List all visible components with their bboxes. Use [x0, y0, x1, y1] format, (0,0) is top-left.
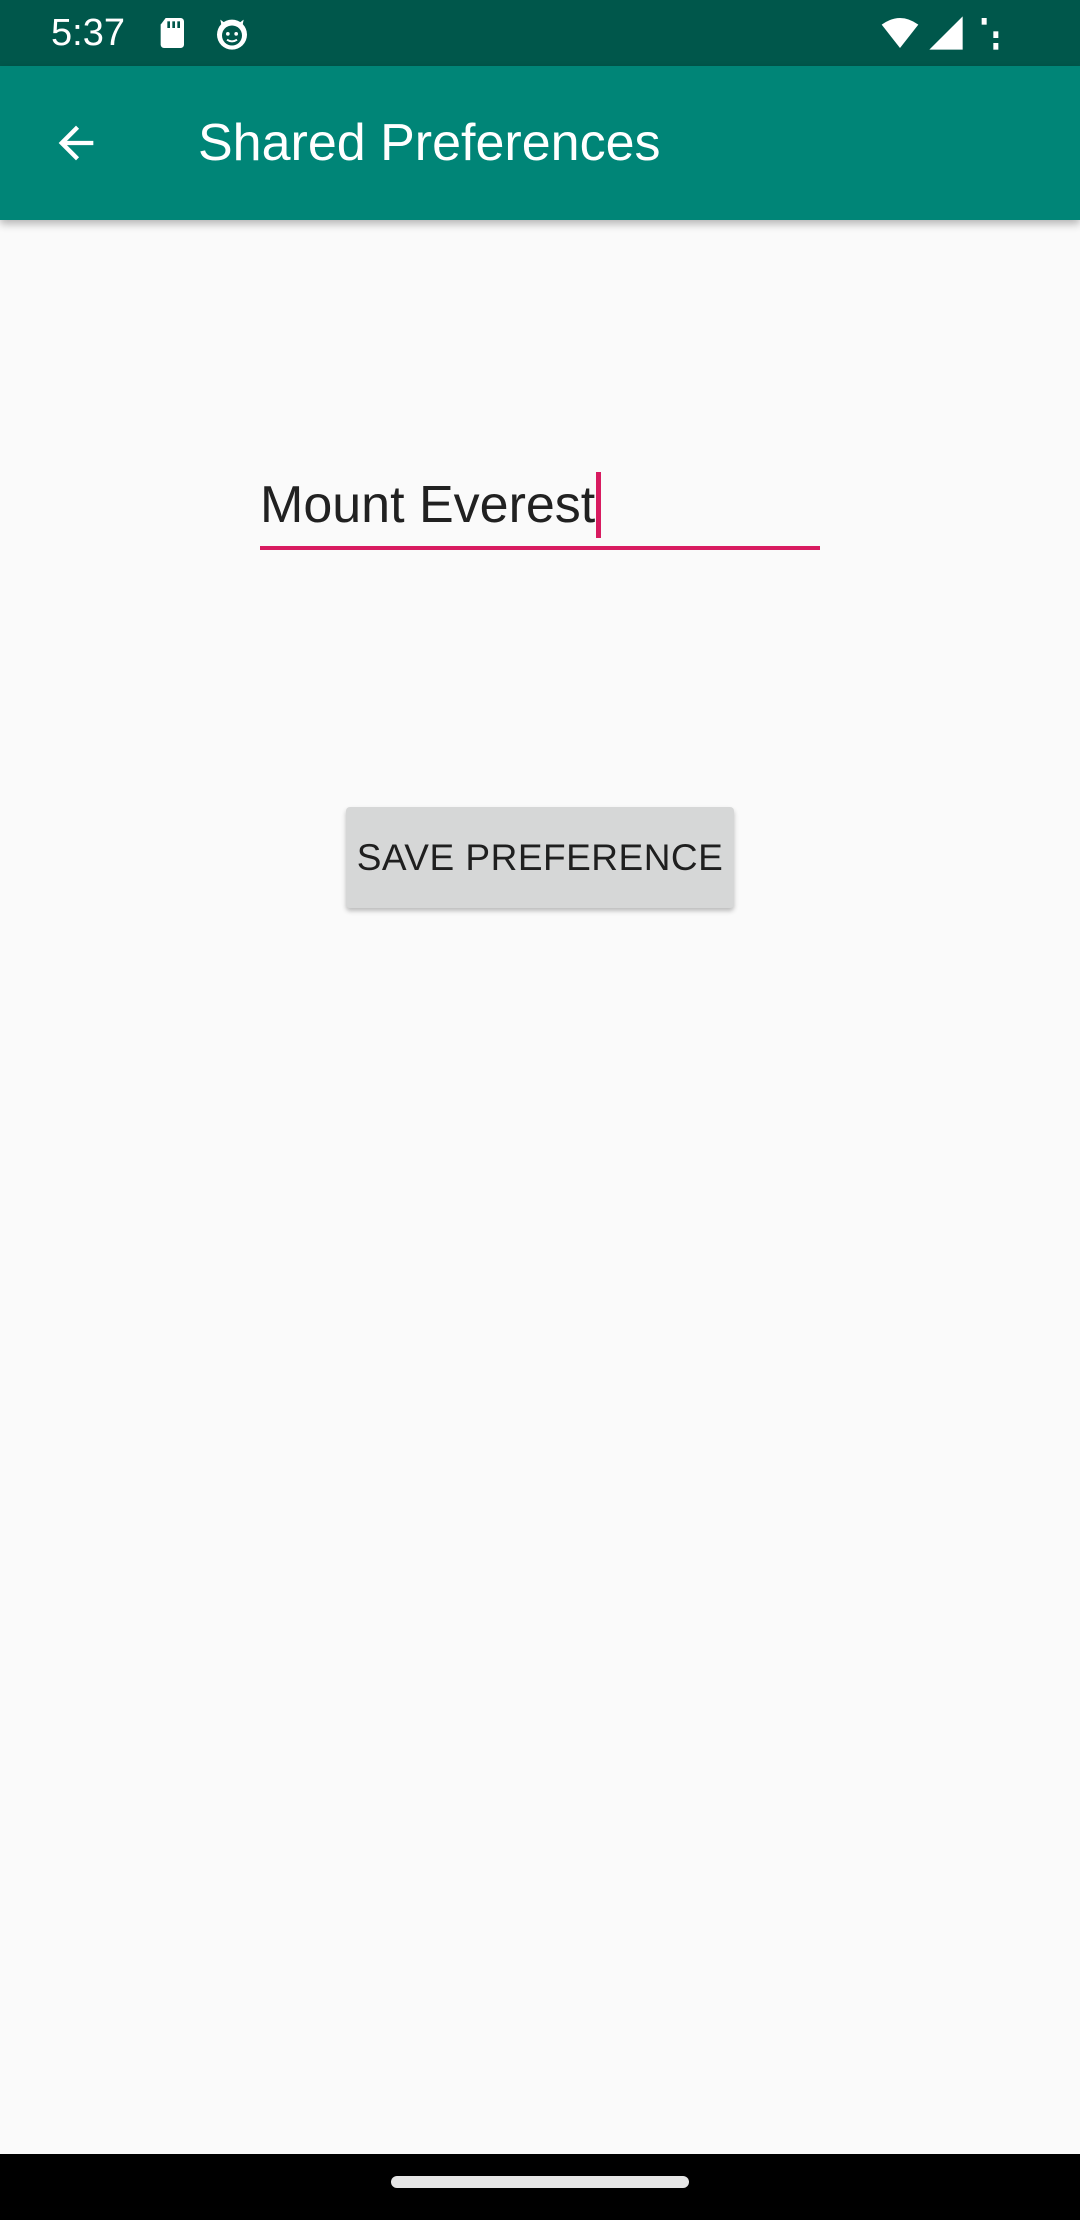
- cat-face-icon: [217, 19, 247, 50]
- save-preference-button[interactable]: SAVE PREFERENCE: [346, 807, 734, 908]
- home-gesture-handle[interactable]: [391, 2176, 689, 2188]
- more-dots-icon: [981, 18, 999, 50]
- status-time: 5:37: [51, 12, 125, 54]
- preference-input-value: Mount Everest: [260, 476, 596, 534]
- status-bar: 5:37: [0, 0, 1080, 66]
- text-cursor: [596, 472, 602, 538]
- screen: 5:37 Shared Preferences Mount Everest SA…: [0, 0, 1080, 2220]
- preference-text-field[interactable]: Mount Everest: [260, 464, 820, 550]
- wifi-icon: [881, 18, 919, 48]
- sd-card-icon: [160, 18, 184, 48]
- text-field-underline: [260, 546, 820, 550]
- navigation-bar: [0, 2154, 1080, 2220]
- back-button[interactable]: [40, 107, 112, 179]
- preference-input[interactable]: Mount Everest: [260, 464, 602, 546]
- signal-icon: [929, 16, 963, 50]
- app-bar: Shared Preferences: [0, 66, 1080, 220]
- arrow-back-icon: [58, 125, 94, 161]
- page-title: Shared Preferences: [198, 114, 661, 172]
